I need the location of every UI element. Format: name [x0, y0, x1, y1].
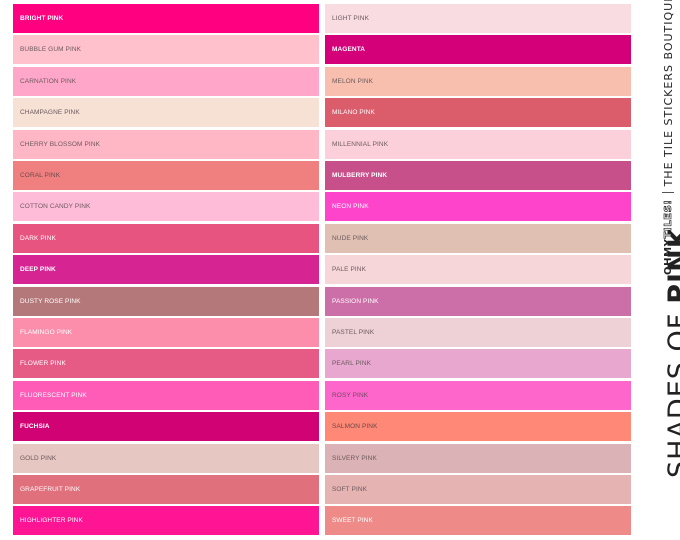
color-swatch: MULBERRY PINK: [325, 161, 631, 190]
color-swatch: DUSTY ROSE PINK: [13, 286, 319, 316]
color-swatch: PEARL PINK: [325, 349, 631, 379]
color-swatch: CHAMPAGNE PINK: [13, 98, 319, 128]
color-swatch: GRAPEFRUIT PINK: [13, 475, 319, 504]
color-swatch: SWEET PINK: [325, 506, 631, 536]
color-swatch: PASSION PINK: [325, 286, 631, 316]
color-swatch: COTTON CANDY PINK: [13, 192, 319, 222]
logo-prefix: OHMY: [662, 238, 674, 275]
color-swatch: HIGHLIGHTER PINK: [13, 506, 319, 536]
brand-row: OHMYTILES! THE TILE STICKERS BOUTIQUE: [658, 0, 678, 275]
color-swatch: SOFT PINK: [325, 475, 631, 504]
color-swatch: CARNATION PINK: [13, 66, 319, 96]
color-swatch: MAGENTA: [325, 35, 631, 65]
ohmytiles-logo: OHMYTILES!: [662, 199, 674, 275]
color-swatch: FLUORESCENT PINK: [13, 380, 319, 410]
color-swatch: PALE PINK: [325, 255, 631, 285]
color-swatch: FUCHSIA: [13, 412, 319, 442]
color-swatch: FLOWER PINK: [13, 349, 319, 379]
color-swatch: GOLD PINK: [13, 443, 319, 473]
color-swatch: MILANO PINK: [325, 98, 631, 128]
color-swatch: DEEP PINK: [13, 255, 319, 285]
color-swatch: CHERRY BLOSSOM PINK: [13, 129, 319, 159]
color-swatch: SILVERY PINK: [325, 443, 631, 473]
color-swatch: ROSY PINK: [325, 380, 631, 410]
color-swatch: BRIGHT PINK: [13, 4, 319, 33]
boutique-tagline: THE TILE STICKERS BOUTIQUE: [661, 0, 675, 187]
brand-divider: [662, 192, 674, 194]
color-swatch: BUBBLE GUM PINK: [13, 35, 319, 65]
color-swatch: PASTEL PINK: [325, 318, 631, 347]
color-swatch: DARK PINK: [13, 223, 319, 253]
color-swatch: MILLENNIAL PINK: [325, 129, 631, 159]
color-swatch: SALMON PINK: [325, 412, 631, 442]
color-swatch: NUDE PINK: [325, 223, 631, 253]
sidebar: SHADES OF PINK OHMYTILES! THE TILE STICK…: [638, 0, 680, 540]
logo-suffix: TILES!: [662, 199, 674, 239]
color-swatch: MELON PINK: [325, 66, 631, 96]
color-swatch: CORAL PINK: [13, 161, 319, 190]
color-swatch: NEON PINK: [325, 192, 631, 222]
title-light: SHADES OF: [662, 312, 680, 478]
color-swatch: FLAMINGO PINK: [13, 318, 319, 347]
color-swatch: LIGHT PINK: [325, 4, 631, 33]
